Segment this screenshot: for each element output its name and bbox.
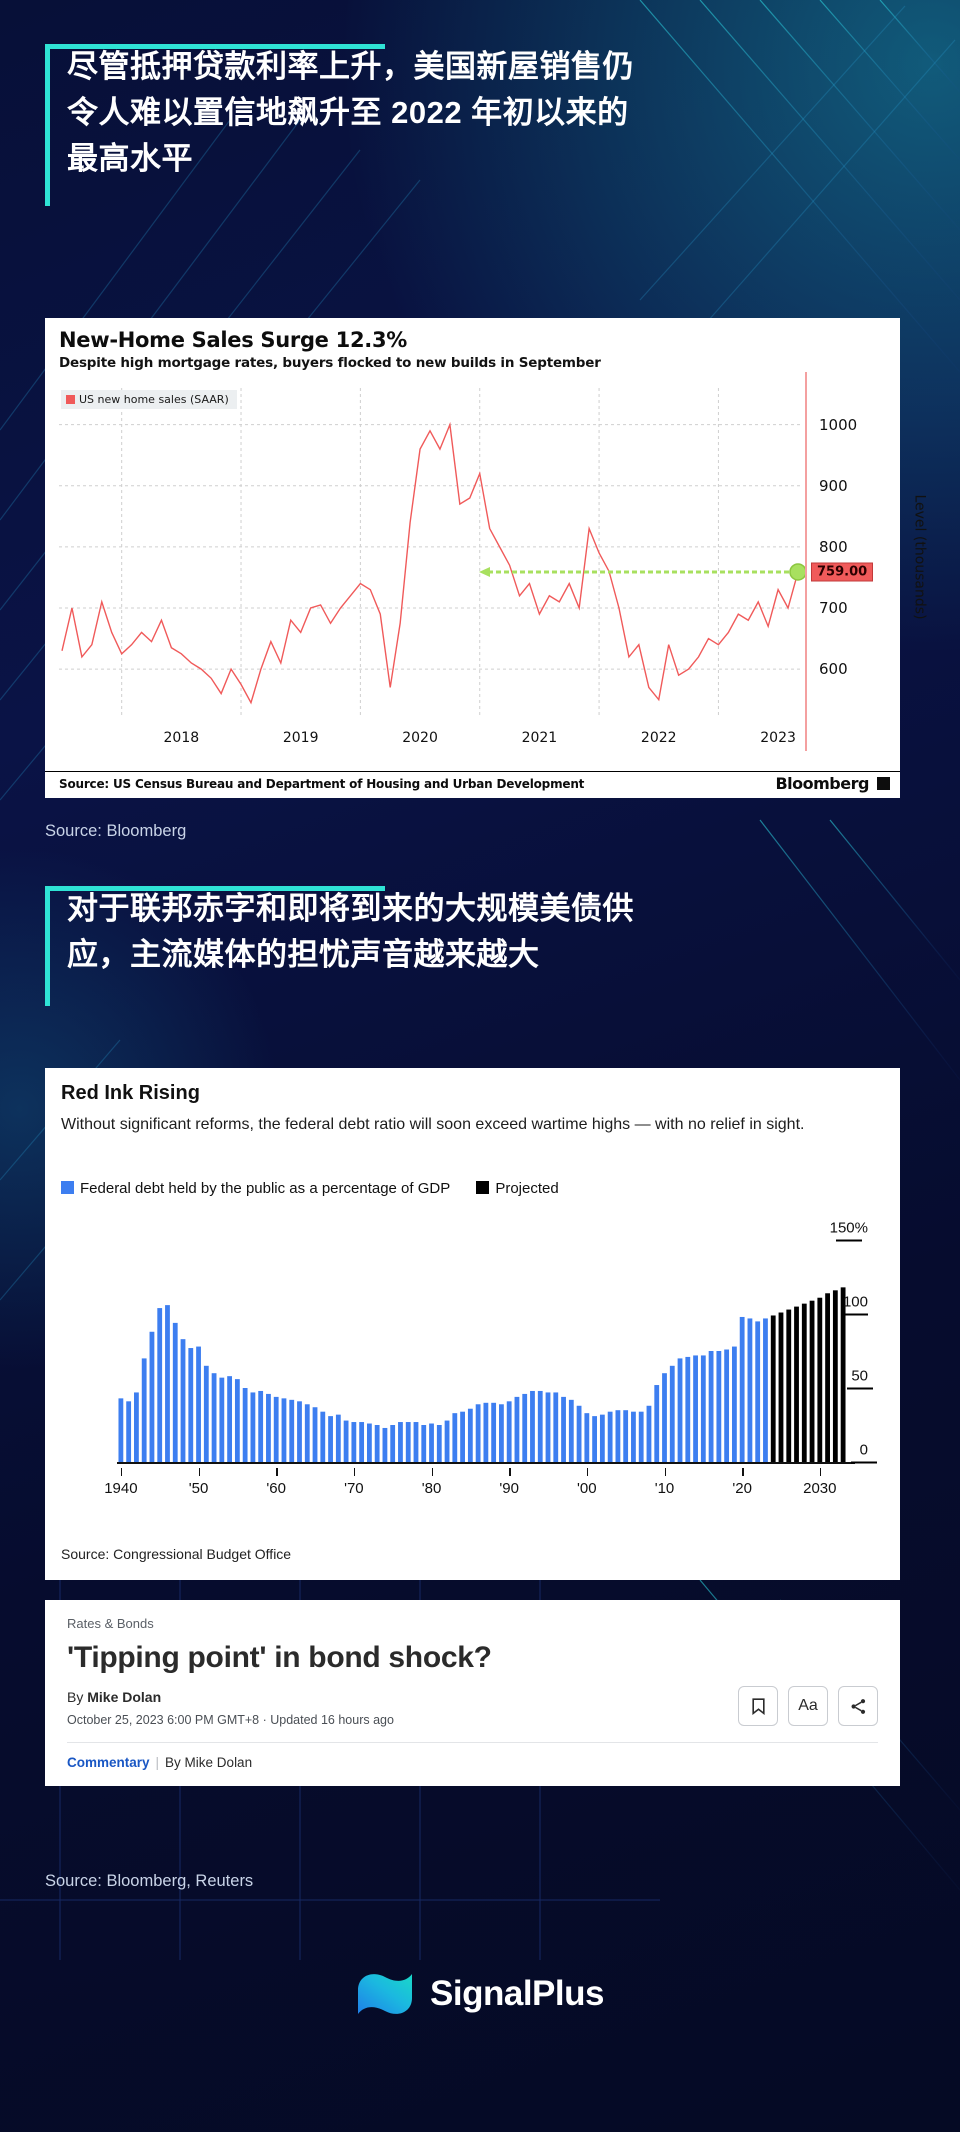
debt-y-tick: 150% — [830, 1220, 868, 1237]
legend-swatch-icon — [66, 395, 75, 404]
last-value-badge: 759.00 — [811, 562, 873, 581]
legend-swatch-actual-icon — [61, 1181, 74, 1194]
heading-2-accent-top — [45, 886, 385, 891]
bloomberg-footer-rule — [45, 771, 900, 772]
bloomberg-x-tick: 2021 — [522, 730, 558, 746]
debt-chart-source: Source: Congressional Budget Office — [61, 1546, 291, 1562]
heading-2-text: 对于联邦赤字和即将到来的大规模美债供应，主流媒体的担忧声音越来越大 — [45, 886, 660, 978]
debt-legend-actual-label: Federal debt held by the public as a per… — [80, 1180, 450, 1197]
debt-x-tick: '50 — [189, 1480, 209, 1497]
text-size-button[interactable]: Aa — [788, 1686, 828, 1726]
debt-x-tickmark — [509, 1468, 511, 1476]
debt-x-tick: '90 — [499, 1480, 519, 1497]
debt-x-tick: '60 — [266, 1480, 286, 1497]
debt-legend-projected-label: Projected — [495, 1180, 558, 1197]
debt-x-tickmark — [354, 1468, 356, 1476]
debt-x-tick: '00 — [577, 1480, 597, 1497]
bloomberg-y-tick: 600 — [819, 660, 848, 678]
bloomberg-legend: US new home sales (SAAR) — [61, 390, 237, 409]
debt-chart-legend: Federal debt held by the public as a per… — [61, 1180, 559, 1197]
bloomberg-x-tick: 2020 — [402, 730, 438, 746]
debt-x-tickmark — [121, 1468, 123, 1476]
heading-accent-top — [45, 44, 385, 49]
bloomberg-y-tick: 1000 — [819, 416, 857, 434]
debt-x-tick: '10 — [655, 1480, 675, 1497]
bloomberg-terminal-icon — [877, 777, 890, 790]
article-headline[interactable]: 'Tipping point' in bond shock? — [45, 1631, 900, 1675]
article-kicker[interactable]: Rates & Bonds — [45, 1600, 900, 1631]
commentary-link[interactable]: Commentary — [67, 1755, 150, 1770]
debt-x-tick: '70 — [344, 1480, 364, 1497]
debt-baseline — [117, 1462, 855, 1464]
signalplus-wordmark: SignalPlus — [430, 1974, 604, 2014]
debt-chart-subtitle: Without significant reforms, the federal… — [45, 1105, 900, 1136]
debt-x-tick: '80 — [422, 1480, 442, 1497]
debt-x-tick: 2030 — [803, 1480, 836, 1497]
heading-block-2: 对于联邦赤字和即将到来的大规模美债供应，主流媒体的担忧声音越来越大 — [45, 886, 660, 978]
share-button[interactable] — [838, 1686, 878, 1726]
text-size-icon: Aa — [798, 1697, 818, 1715]
debt-chart-card: Red Ink Rising Without significant refor… — [45, 1068, 900, 1580]
bloomberg-chart-title: New-Home Sales Surge 12.3% — [45, 318, 900, 352]
bloomberg-logo: Bloomberg — [775, 774, 890, 793]
debt-x-tickmark — [820, 1468, 822, 1476]
debt-x-tick: '20 — [732, 1480, 752, 1497]
axis-line — [805, 372, 807, 751]
debt-chart-title: Red Ink Rising — [45, 1068, 900, 1105]
bloomberg-y-tick: 700 — [819, 599, 848, 617]
bloomberg-y-tick: 900 — [819, 477, 848, 495]
heading-accent-left — [45, 44, 50, 206]
debt-x-tickmark — [665, 1468, 667, 1476]
bloomberg-x-tick: 2019 — [283, 730, 319, 746]
bloomberg-y-axis-label: Level (thousands) — [912, 494, 928, 619]
article-tagline: Commentary | By Mike Dolan — [67, 1755, 252, 1770]
debt-x-tickmark — [276, 1468, 278, 1476]
signalplus-wave-icon — [356, 1968, 414, 2020]
debt-y-tick: 100 — [843, 1294, 868, 1311]
bookmark-icon — [752, 1698, 765, 1715]
heading-2-accent-left — [45, 886, 50, 1006]
heading-1-text: 尽管抵押贷款利率上升，美国新屋销售仍令人难以置信地飙升至 2022 年初以来的最… — [45, 44, 660, 182]
tagline-separator: | — [156, 1755, 160, 1770]
bloomberg-x-tick: 2018 — [164, 730, 200, 746]
legend-swatch-projected-icon — [476, 1181, 489, 1194]
byline-author[interactable]: Mike Dolan — [87, 1689, 161, 1705]
source-note-2: Source: Bloomberg, Reuters — [45, 1872, 253, 1891]
debt-x-tickmark — [199, 1468, 201, 1476]
annotation-arrow-icon — [479, 388, 801, 718]
byline-prefix: By — [67, 1689, 87, 1705]
heading-block-1: 尽管抵押贷款利率上升，美国新屋销售仍令人难以置信地飙升至 2022 年初以来的最… — [45, 44, 660, 182]
bloomberg-right-axis: 6007008009001000 759.00 Level (thousands… — [805, 384, 875, 729]
bloomberg-x-tick: 2022 — [641, 730, 677, 746]
debt-x-tickmark — [587, 1468, 589, 1476]
debt-x-tickmark — [742, 1468, 744, 1476]
bloomberg-chart-card: New-Home Sales Surge 12.3% Despite high … — [45, 318, 900, 798]
debt-plot-area — [117, 1240, 847, 1462]
article-divider — [67, 1742, 878, 1743]
debt-x-axis: 1940'50'60'70'80'90'00'10'202030 — [117, 1468, 847, 1498]
bloomberg-logo-text: Bloomberg — [775, 774, 868, 793]
bookmark-button[interactable] — [738, 1686, 778, 1726]
debt-y-tick: 0 — [860, 1442, 868, 1459]
bloomberg-y-tick: 800 — [819, 538, 848, 556]
federal-debt-bar-chart — [117, 1240, 847, 1462]
bloomberg-legend-label: US new home sales (SAAR) — [79, 393, 229, 406]
debt-y-axis: 0 50 100 150% — [828, 1218, 890, 1468]
debt-x-tickmark — [432, 1468, 434, 1476]
debt-y-tick: 50 — [851, 1368, 868, 1385]
debt-x-tick: 1940 — [104, 1480, 137, 1497]
article-action-buttons: Aa — [738, 1686, 878, 1726]
bloomberg-plot-area: US new home sales (SAAR) — [59, 388, 801, 718]
source-note-1: Source: Bloomberg — [45, 822, 186, 841]
bloomberg-x-axis: 2018 2019 2020 2021 2022 2023 — [59, 726, 801, 752]
bloomberg-source: Source: US Census Bureau and Department … — [59, 777, 584, 791]
tagline-author: By Mike Dolan — [165, 1755, 252, 1770]
reuters-article-card: Rates & Bonds 'Tipping point' in bond sh… — [45, 1600, 900, 1786]
bloomberg-x-tick: 2023 — [760, 730, 796, 746]
share-icon — [850, 1698, 867, 1715]
bloomberg-chart-subtitle: Despite high mortgage rates, buyers floc… — [45, 352, 900, 371]
footer-logo: SignalPlus — [0, 1968, 960, 2020]
